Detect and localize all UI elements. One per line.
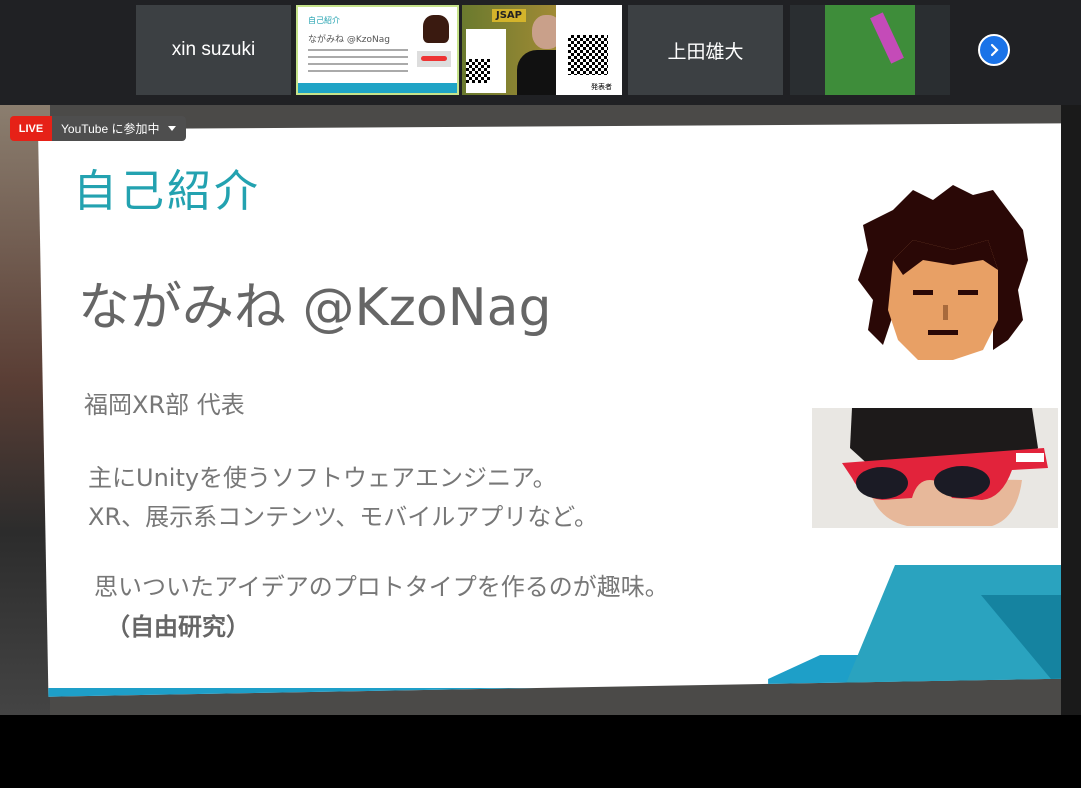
- youtube-join-dropdown[interactable]: YouTube に参加中: [52, 116, 186, 141]
- poster-left: [466, 29, 506, 93]
- poster-right: 発表者: [556, 5, 622, 95]
- slide-hobby: 思いついたアイデアのプロトタイプを作るのが趣味。: [94, 573, 669, 601]
- next-participants-button[interactable]: [978, 34, 1010, 66]
- chevron-right-icon: [990, 43, 999, 57]
- pixel-avatar-icon: [858, 185, 1028, 360]
- presentation-slide: 自己紹介 ながみね @KzoNag 福岡XR部 代表 主にUnityを使うソフト…: [38, 123, 1081, 697]
- participant-tile-presenter[interactable]: JSAP 発表者: [462, 5, 622, 95]
- participant-name: 上田雄大: [667, 41, 744, 63]
- qr-code-icon: [466, 59, 490, 83]
- slide-description-line: 主にUnityを使うソフトウェアエンジニア。: [88, 464, 557, 492]
- qr-code-icon: [568, 35, 608, 75]
- participant-tile[interactable]: xin suzuki: [136, 5, 291, 95]
- live-status-badge: LIVE YouTube に参加中: [10, 116, 186, 141]
- caret-down-icon: [167, 126, 176, 131]
- jsap-badge: JSAP: [492, 9, 526, 22]
- bottom-black-bar: [0, 715, 1081, 788]
- slide-author-name: ながみね @KzoNag: [78, 278, 552, 338]
- participant-strip: xin suzuki 自己紹介 ながみね @KzoNag JSAP 発表者 上田…: [0, 0, 1081, 105]
- slide-title: 自己紹介: [73, 166, 261, 217]
- video-person: [870, 12, 904, 64]
- sunglasses-photo: [812, 408, 1058, 528]
- youtube-join-label: YouTube に参加中: [61, 122, 160, 136]
- participant-name: xin suzuki: [171, 39, 256, 60]
- thumbnail-photo: [417, 51, 451, 67]
- slide-hobby-note: （自由研究）: [106, 613, 250, 641]
- slide-role: 福岡XR部 代表: [84, 391, 245, 419]
- presenter-photo: [812, 408, 1058, 528]
- slide-description-line: XR、展示系コンテンツ、モバイルアプリなど。: [88, 503, 598, 531]
- participant-tile-video[interactable]: [790, 5, 950, 95]
- presenter-label: 発表者: [591, 83, 612, 91]
- thumbnail-slide-title: 自己紹介: [308, 16, 340, 25]
- thumbnail-slide-text-lines: [308, 49, 408, 77]
- participant-tile-slide-thumbnail[interactable]: 自己紹介 ながみね @KzoNag: [296, 5, 459, 95]
- presentation-stage: 自己紹介 ながみね @KzoNag 福岡XR部 代表 主にUnityを使うソフト…: [0, 105, 1081, 715]
- thumbnail-avatar: [423, 15, 449, 43]
- thumbnail-slide-band: [298, 83, 457, 93]
- live-label: LIVE: [10, 116, 52, 141]
- thumbnail-slide-name: ながみね @KzoNag: [308, 35, 390, 45]
- participant-tile[interactable]: 上田雄大: [628, 5, 783, 95]
- video-feed: [825, 5, 915, 95]
- background-edge: [1061, 105, 1081, 715]
